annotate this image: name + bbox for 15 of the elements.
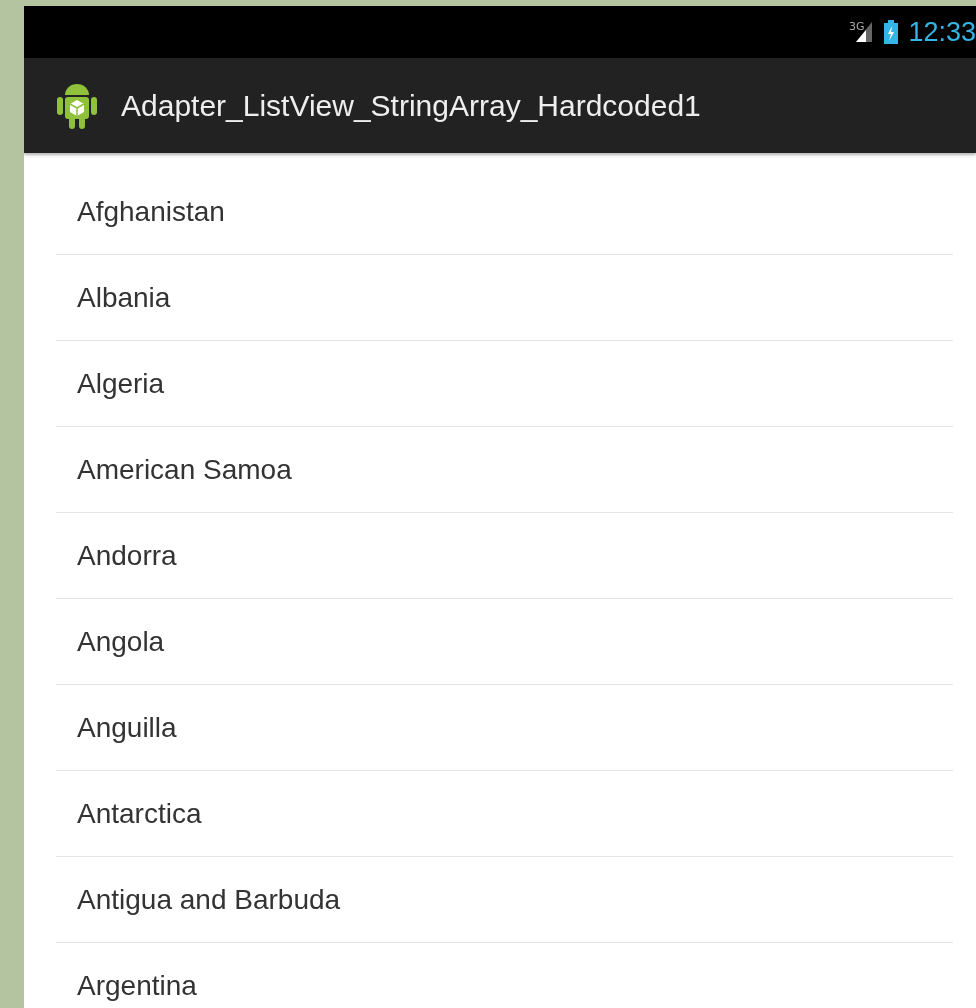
battery-icon (884, 20, 899, 44)
clock: 12:33 (908, 16, 976, 48)
list-item[interactable]: Antigua and Barbuda (56, 857, 953, 943)
list-item[interactable]: Afghanistan (56, 169, 953, 255)
list-item[interactable]: Albania (56, 255, 953, 341)
network-type: 3G (848, 20, 865, 33)
android-icon (57, 82, 97, 129)
list-item[interactable]: Algeria (56, 341, 953, 427)
list-item[interactable]: Antarctica (56, 771, 953, 857)
list-item[interactable]: Anguilla (56, 685, 953, 771)
app-title: Adapter_ListView_StringArray_Hardcoded1 (121, 88, 701, 123)
list-item[interactable]: American Samoa (56, 427, 953, 513)
list-item[interactable]: Angola (56, 599, 953, 685)
list-item[interactable]: Argentina (56, 943, 953, 1008)
list-item[interactable]: Andorra (56, 513, 953, 599)
